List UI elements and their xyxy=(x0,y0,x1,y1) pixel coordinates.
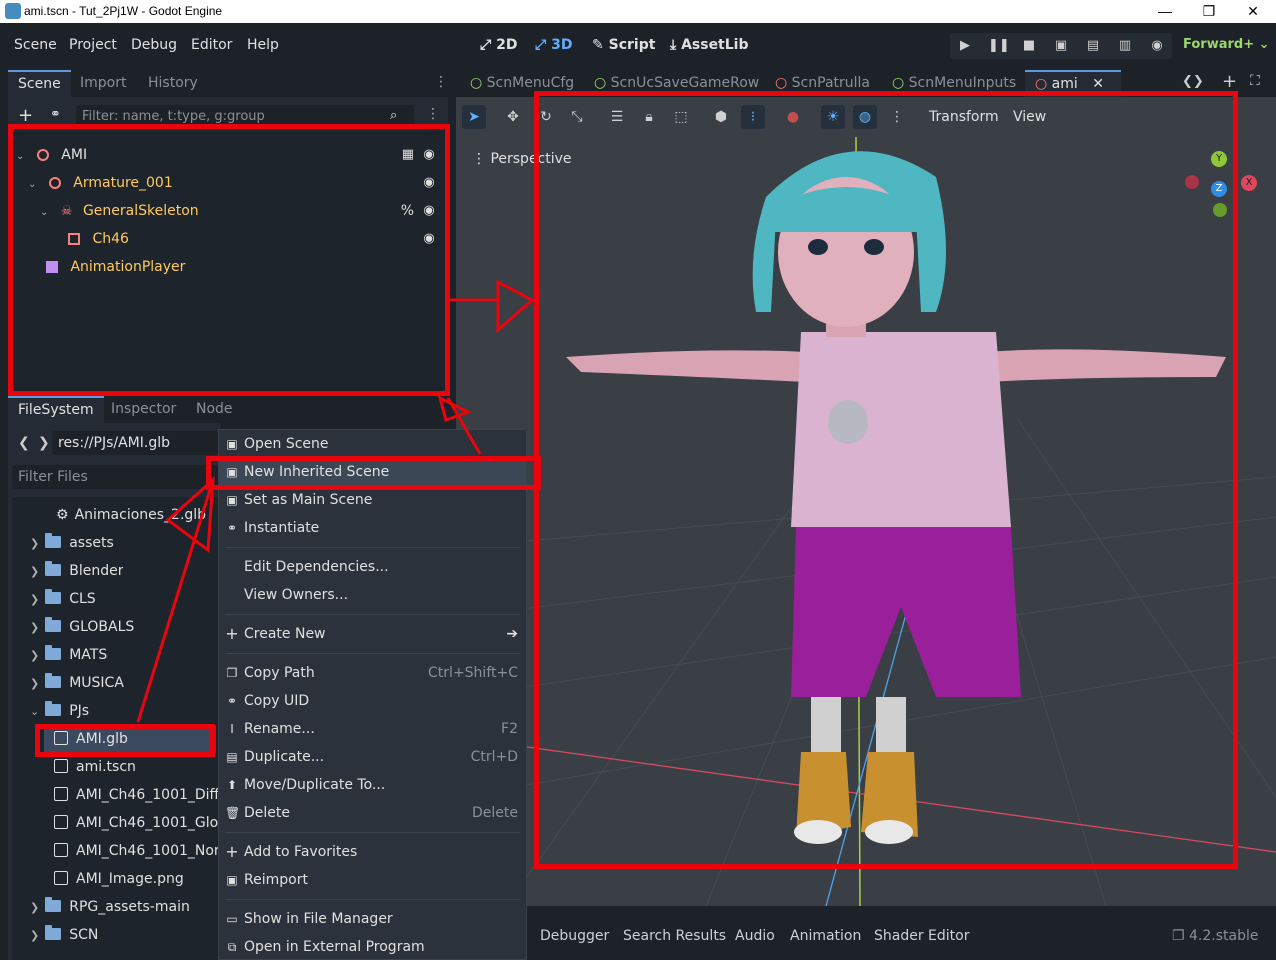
annotation-arrows xyxy=(136,279,535,723)
